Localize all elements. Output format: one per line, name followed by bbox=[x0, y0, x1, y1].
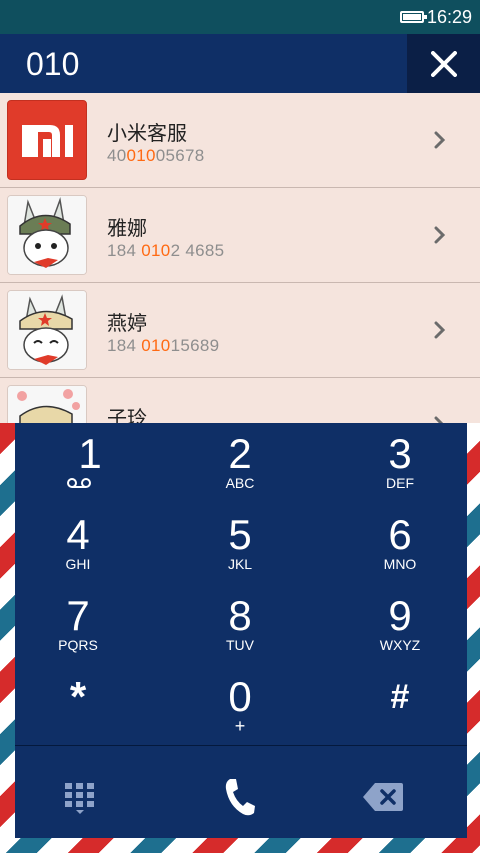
chevron-right-icon[interactable] bbox=[434, 131, 446, 149]
contact-name: 燕婷 bbox=[107, 311, 147, 335]
keypad-divider bbox=[15, 745, 467, 746]
avatar bbox=[7, 100, 87, 180]
list-item[interactable]: 燕婷 184 01015689 bbox=[0, 283, 480, 378]
list-item[interactable]: 小米客服 4001005678 bbox=[0, 93, 480, 188]
list-item[interactable]: 雅娜 184 0102 4685 bbox=[0, 188, 480, 283]
key-1[interactable]: 1 bbox=[15, 423, 165, 503]
status-bar: 16:29 bbox=[0, 0, 480, 34]
key-0[interactable]: 0 + bbox=[165, 666, 315, 746]
status-time: 16:29 bbox=[426, 7, 472, 27]
contact-name: 小米客服 bbox=[107, 121, 187, 145]
avatar bbox=[7, 290, 87, 370]
contact-results-list[interactable]: 小米客服 4001005678 雅娜 184 0102 4685 燕婷 184 … bbox=[0, 93, 480, 423]
chevron-right-icon[interactable] bbox=[434, 226, 446, 244]
key-3[interactable]: 3 DEF bbox=[325, 423, 475, 503]
close-icon bbox=[431, 51, 457, 77]
contact-name: 子玲 bbox=[107, 406, 147, 423]
battery-icon bbox=[400, 11, 427, 23]
contact-number: 184 0102 4685 bbox=[107, 241, 225, 260]
contact-name: 雅娜 bbox=[107, 216, 147, 240]
backspace-icon bbox=[363, 783, 403, 811]
bunny-avatar-icon bbox=[8, 291, 86, 369]
key-hash[interactable]: # bbox=[325, 666, 475, 746]
chevron-right-icon[interactable] bbox=[434, 416, 446, 423]
bunny-avatar-icon bbox=[8, 386, 86, 423]
contact-number: 4001005678 bbox=[107, 146, 205, 165]
backspace-button[interactable] bbox=[315, 757, 465, 837]
phone-call-icon bbox=[225, 779, 255, 816]
key-4[interactable]: 4 GHI bbox=[3, 504, 153, 584]
key-6[interactable]: 6 MNO bbox=[325, 504, 475, 584]
dialed-number[interactable]: 010 bbox=[26, 46, 79, 83]
bunny-avatar-icon bbox=[8, 196, 86, 274]
call-button[interactable] bbox=[165, 757, 315, 837]
key-star[interactable]: * bbox=[3, 666, 153, 746]
dialpad-toggle-button[interactable] bbox=[15, 757, 165, 837]
mi-logo-icon bbox=[22, 125, 73, 157]
key-8[interactable]: 8 TUV bbox=[165, 585, 315, 665]
list-item[interactable]: 子玲 bbox=[0, 378, 480, 423]
dialpad-toggle-icon bbox=[65, 783, 94, 814]
chevron-right-icon[interactable] bbox=[434, 321, 446, 339]
key-5[interactable]: 5 JKL bbox=[165, 504, 315, 584]
contact-number: 184 01015689 bbox=[107, 336, 220, 355]
avatar bbox=[7, 385, 87, 423]
key-2[interactable]: 2 ABC bbox=[165, 423, 315, 503]
avatar bbox=[7, 195, 87, 275]
dial-header: 010 bbox=[0, 34, 480, 93]
voicemail-icon bbox=[67, 478, 91, 488]
clear-button[interactable] bbox=[407, 34, 480, 93]
key-7[interactable]: 7 PQRS bbox=[3, 585, 153, 665]
key-9[interactable]: 9 WXYZ bbox=[325, 585, 475, 665]
